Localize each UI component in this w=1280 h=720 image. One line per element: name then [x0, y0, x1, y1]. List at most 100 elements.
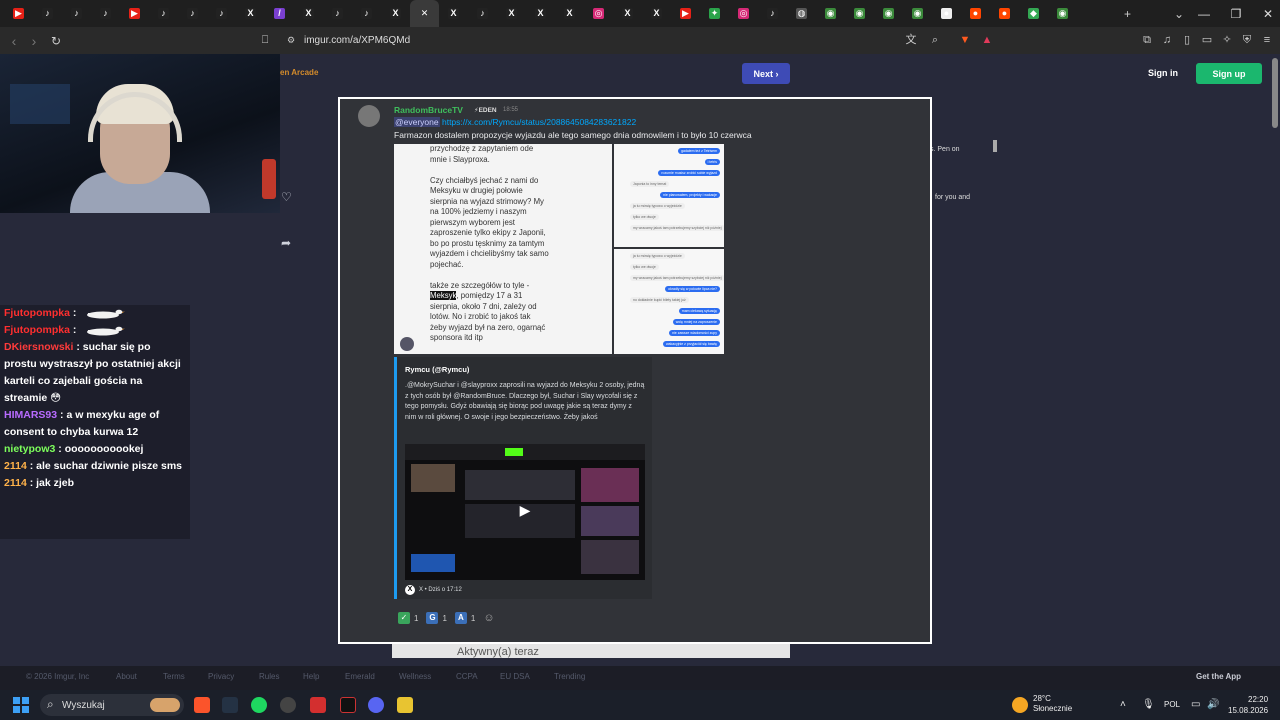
- close-window-button[interactable]: ✕: [1252, 7, 1280, 21]
- leo-icon[interactable]: ✧: [1220, 33, 1234, 47]
- add-reaction-icon[interactable]: ☺: [483, 612, 494, 624]
- browser-tab[interactable]: ◉: [874, 0, 903, 27]
- chat-username[interactable]: HIMARS93: [4, 409, 57, 421]
- search-icon[interactable]: ⌕: [928, 33, 942, 47]
- browser-tab[interactable]: ◆: [1019, 0, 1048, 27]
- browser-tab[interactable]: X: [439, 0, 468, 27]
- menu-icon[interactable]: ≡: [1260, 33, 1274, 47]
- share-arrow-icon[interactable]: ➦: [281, 236, 291, 250]
- volume-icon[interactable]: 🔊: [1207, 690, 1219, 720]
- new-tab-button[interactable]: +: [1124, 0, 1131, 27]
- browser-tab[interactable]: ♪: [323, 0, 352, 27]
- browser-tab[interactable]: /: [265, 0, 294, 27]
- chat-username[interactable]: 2114: [4, 477, 27, 489]
- sidebar-icon[interactable]: ▯: [1180, 33, 1194, 47]
- footer-link[interactable]: Wellness: [399, 672, 431, 681]
- page-scrollbar[interactable]: [1272, 58, 1278, 128]
- chevron-up-icon[interactable]: ˄: [1120, 690, 1126, 720]
- browser-tab[interactable]: ◉: [1048, 0, 1077, 27]
- extensions-icon[interactable]: ⧉: [1140, 33, 1154, 47]
- footer-link[interactable]: Terms: [163, 672, 185, 681]
- browser-tab[interactable]: X: [526, 0, 555, 27]
- video-thumbnail[interactable]: ▶: [405, 444, 645, 580]
- translate-icon[interactable]: 文: [904, 33, 918, 47]
- capcut-icon[interactable]: [340, 697, 356, 713]
- footer-link[interactable]: Privacy: [208, 672, 234, 681]
- browser-tab[interactable]: ♪: [91, 0, 120, 27]
- app-icon[interactable]: [222, 697, 238, 713]
- browser-tab[interactable]: ●: [990, 0, 1019, 27]
- weather-widget[interactable]: 28°C Słonecznie: [1033, 694, 1072, 720]
- windows-start-icon[interactable]: [13, 697, 29, 713]
- browser-tab[interactable]: ◍: [787, 0, 816, 27]
- footer-link[interactable]: EU DSA: [500, 672, 530, 681]
- chat-username[interactable]: Fjutopompka: [4, 324, 70, 336]
- tab-list-button[interactable]: ⌄: [1174, 0, 1184, 27]
- reaction-button[interactable]: ✓ 1: [398, 612, 418, 624]
- browser-tab[interactable]: ◎: [729, 0, 758, 27]
- discord-icon[interactable]: [368, 697, 384, 713]
- bookmark-icon[interactable]: ⎕: [258, 33, 272, 47]
- browser-tab[interactable]: X: [236, 0, 265, 27]
- browser-tab[interactable]: ▶: [120, 0, 149, 27]
- footer-link[interactable]: CCPA: [456, 672, 478, 681]
- brave-icon[interactable]: [194, 697, 210, 713]
- chat-username[interactable]: DKiersnowski: [4, 341, 73, 353]
- browser-tab[interactable]: X: [613, 0, 642, 27]
- browser-tab[interactable]: ◉: [816, 0, 845, 27]
- browser-tab[interactable]: ✕: [410, 0, 439, 27]
- language-indicator[interactable]: POL: [1164, 690, 1180, 720]
- taskbar-search[interactable]: ⌕ Wyszukaj: [40, 694, 184, 716]
- arcade-link[interactable]: en Arcade: [280, 68, 318, 77]
- brave-shield-icon[interactable]: ▼: [958, 33, 972, 47]
- back-button[interactable]: ‹: [4, 33, 24, 49]
- weather-icon[interactable]: [1012, 697, 1028, 713]
- play-icon[interactable]: ▶: [515, 502, 535, 522]
- browser-tab[interactable]: ♪: [468, 0, 497, 27]
- sign-up-button[interactable]: Sign up: [1196, 63, 1262, 84]
- maximize-button[interactable]: ❐: [1220, 7, 1252, 21]
- footer-link[interactable]: Rules: [259, 672, 279, 681]
- browser-tab[interactable]: X: [497, 0, 526, 27]
- browser-tab[interactable]: ♪: [352, 0, 381, 27]
- embed-author[interactable]: Rymcu (@Rymcu): [405, 365, 469, 374]
- wallet-icon[interactable]: ▭: [1200, 33, 1214, 47]
- browser-tab[interactable]: ◉: [903, 0, 932, 27]
- browser-tab[interactable]: ♪: [62, 0, 91, 27]
- footer-link[interactable]: About: [116, 672, 137, 681]
- chrome-icon[interactable]: [280, 697, 296, 713]
- browser-tab[interactable]: ▶: [4, 0, 33, 27]
- browser-tab[interactable]: X: [381, 0, 410, 27]
- chat-username[interactable]: nietypow3: [4, 443, 55, 455]
- app-icon[interactable]: [310, 697, 326, 713]
- browser-tab[interactable]: ♪: [149, 0, 178, 27]
- browser-tab[interactable]: ◉: [845, 0, 874, 27]
- browser-tab[interactable]: ♪: [178, 0, 207, 27]
- browser-tab[interactable]: X: [294, 0, 323, 27]
- file-explorer-icon[interactable]: [397, 697, 413, 713]
- url-field[interactable]: imgur.com/a/XPM6QMd: [304, 35, 410, 46]
- browser-tab[interactable]: ●: [961, 0, 990, 27]
- browser-tab[interactable]: ✦: [700, 0, 729, 27]
- clock[interactable]: 22:20 15.08.2026: [1228, 694, 1268, 720]
- minimize-button[interactable]: —: [1188, 7, 1220, 21]
- browser-tab[interactable]: ▶: [671, 0, 700, 27]
- browser-tab[interactable]: ♪: [207, 0, 236, 27]
- browser-tab[interactable]: ◎: [584, 0, 613, 27]
- browser-tab[interactable]: X: [555, 0, 584, 27]
- network-icon[interactable]: ▭: [1191, 690, 1200, 720]
- footer-link[interactable]: Trending: [554, 672, 585, 681]
- reaction-button[interactable]: G1: [426, 612, 447, 624]
- next-button[interactable]: Next ›: [742, 63, 790, 84]
- tweet-link[interactable]: https://x.com/Rymcu/status/2088645084283…: [442, 117, 636, 127]
- heart-icon[interactable]: ♡: [281, 190, 292, 204]
- chat-username[interactable]: Fjutopompka: [4, 307, 70, 319]
- music-icon[interactable]: ♫: [1160, 33, 1174, 47]
- rewards-icon[interactable]: ▲: [980, 33, 994, 47]
- get-app-link[interactable]: Get the App: [1196, 672, 1241, 681]
- footer-link[interactable]: Emerald: [345, 672, 375, 681]
- browser-tab[interactable]: X: [642, 0, 671, 27]
- forward-button[interactable]: ›: [24, 33, 44, 49]
- spotify-icon[interactable]: [251, 697, 267, 713]
- chat-username[interactable]: 2114: [4, 460, 27, 472]
